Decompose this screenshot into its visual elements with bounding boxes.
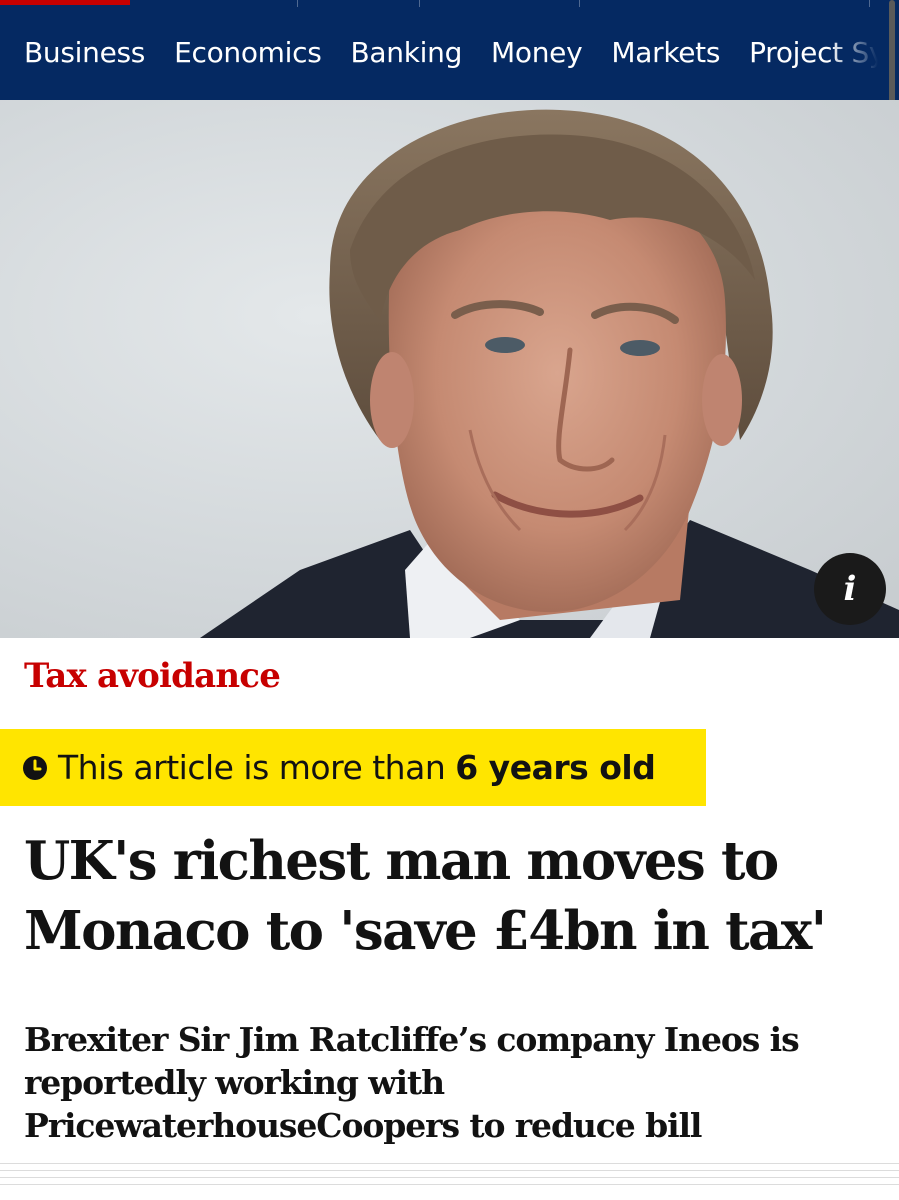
pillar-divider bbox=[580, 0, 870, 7]
hero-image bbox=[0, 100, 899, 638]
portrait-photo bbox=[200, 109, 899, 638]
nav-item-markets[interactable]: Markets bbox=[611, 36, 720, 69]
info-icon-label: i bbox=[843, 569, 857, 609]
nav-items: Business Economics Banking Money Markets… bbox=[24, 36, 899, 69]
info-icon[interactable]: i bbox=[814, 553, 886, 625]
divider bbox=[0, 1163, 899, 1164]
section-nav: Business Economics Banking Money Markets… bbox=[0, 0, 899, 100]
nav-item-business[interactable]: Business bbox=[24, 36, 145, 69]
article-standfirst: Brexiter Sir Jim Ratcliffe’s company Ine… bbox=[24, 1020, 800, 1145]
section-label[interactable]: Tax avoidance bbox=[24, 656, 281, 696]
divider bbox=[0, 1177, 899, 1178]
ear-shape bbox=[702, 354, 742, 446]
clock-icon bbox=[23, 755, 47, 780]
pillar-divider bbox=[298, 0, 420, 7]
divider bbox=[0, 1170, 899, 1171]
nav-item-money[interactable]: Money bbox=[491, 36, 583, 69]
ear-shape bbox=[370, 352, 414, 448]
eye bbox=[485, 337, 525, 353]
nav-pillar-strip bbox=[0, 0, 899, 7]
age-notice-prefix: This article is more than bbox=[58, 748, 456, 787]
age-notice-emphasis: 6 years old bbox=[455, 748, 656, 787]
active-pillar-indicator bbox=[0, 0, 130, 5]
pillar-divider bbox=[420, 0, 580, 7]
divider bbox=[0, 1184, 899, 1185]
article-headline: UK's richest man moves to Monaco to 'sav… bbox=[24, 830, 827, 962]
eye bbox=[620, 340, 660, 356]
article-age-notice: This article is more than 6 years old bbox=[0, 729, 706, 806]
nav-item-economics[interactable]: Economics bbox=[174, 36, 322, 69]
age-notice-text: This article is more than 6 years old bbox=[58, 748, 656, 787]
nav-item-banking[interactable]: Banking bbox=[351, 36, 463, 69]
divider-lines bbox=[0, 1163, 899, 1191]
